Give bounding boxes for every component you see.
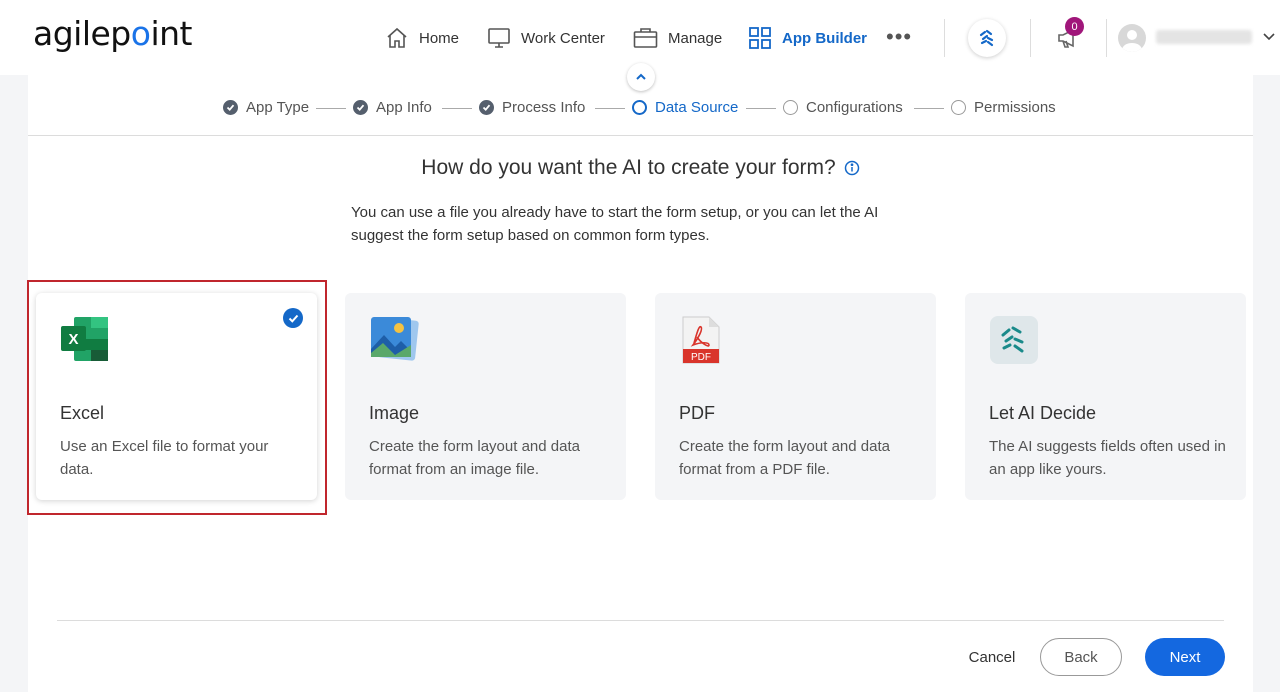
page-title: How do you want the AI to create your fo…	[28, 156, 1253, 180]
card-description: Use an Excel file to format your data.	[60, 438, 269, 478]
svg-text:X: X	[68, 331, 78, 348]
nav-home[interactable]: Home	[385, 22, 459, 54]
selected-check-icon	[283, 308, 303, 328]
option-card-pdf[interactable]: PDF PDF Create the form layout and data …	[655, 293, 936, 500]
ai-icon	[979, 29, 994, 47]
step-connector	[746, 108, 776, 109]
next-button[interactable]: Next	[1145, 638, 1225, 676]
step-app-type[interactable]: App Type	[223, 99, 309, 116]
pending-step-icon	[951, 100, 966, 115]
step-connector	[442, 108, 472, 109]
step-connector	[914, 108, 944, 109]
page-description: You can use a file you already have to s…	[351, 204, 879, 244]
cancel-button[interactable]: Cancel	[953, 638, 1031, 676]
option-card-let-ai-decide[interactable]: Let AI Decide The AI suggests fields oft…	[965, 293, 1246, 500]
card-description: The AI suggests fields often used in an …	[989, 438, 1226, 478]
agilepoint-logo[interactable]: agilepoint	[33, 14, 192, 53]
divider	[1106, 19, 1107, 57]
user-icon	[1122, 30, 1142, 52]
notification-badge: 0	[1065, 17, 1084, 36]
step-connector	[595, 108, 625, 109]
step-configurations[interactable]: Configurations	[783, 99, 903, 116]
briefcase-icon	[633, 28, 658, 48]
nav-app-builder[interactable]: App Builder	[748, 22, 867, 54]
check-circle-icon	[353, 100, 368, 115]
excel-icon: X	[61, 317, 108, 361]
wizard-panel: App Type App Info Process Info Data Sour…	[28, 75, 1253, 692]
user-name-blurred[interactable]	[1156, 30, 1252, 44]
ai-icon	[990, 316, 1038, 364]
ai-assistant-button[interactable]	[968, 19, 1006, 57]
card-description: Create the form layout and data format f…	[369, 438, 580, 478]
step-connector	[316, 108, 346, 109]
pdf-icon: PDF	[682, 316, 720, 364]
card-title: Image	[369, 403, 420, 423]
option-card-image[interactable]: Image Create the form layout and data fo…	[345, 293, 626, 500]
pending-step-icon	[783, 100, 798, 115]
step-permissions[interactable]: Permissions	[951, 99, 1056, 116]
nav-work-center[interactable]: Work Center	[487, 22, 605, 54]
svg-text:PDF: PDF	[691, 352, 711, 363]
chevron-up-icon	[636, 73, 646, 80]
avatar[interactable]	[1118, 24, 1146, 52]
chevron-down-icon[interactable]	[1262, 30, 1276, 44]
current-step-icon	[632, 100, 647, 115]
check-circle-icon	[223, 100, 238, 115]
step-process-info[interactable]: Process Info	[479, 99, 585, 116]
divider	[1030, 19, 1031, 57]
nav-manage[interactable]: Manage	[633, 22, 722, 54]
info-icon[interactable]	[844, 160, 860, 176]
step-data-source[interactable]: Data Source	[632, 99, 738, 116]
card-title: Excel	[60, 403, 105, 423]
collapse-header-button[interactable]	[627, 63, 655, 91]
footer-divider	[57, 620, 1224, 621]
divider	[944, 19, 945, 57]
back-button[interactable]: Back	[1040, 638, 1122, 676]
option-card-excel[interactable]: X Excel Use an Excel file to format your…	[36, 293, 317, 500]
home-icon	[387, 27, 407, 48]
check-circle-icon	[479, 100, 494, 115]
image-icon	[371, 317, 419, 361]
grid-icon	[749, 27, 771, 49]
card-title: PDF	[679, 403, 715, 423]
monitor-icon	[488, 28, 510, 48]
step-app-info[interactable]: App Info	[353, 99, 432, 116]
card-title: Let AI Decide	[989, 403, 1097, 423]
more-menu-icon[interactable]: •••	[886, 26, 912, 48]
card-description: Create the form layout and data format f…	[679, 438, 890, 478]
